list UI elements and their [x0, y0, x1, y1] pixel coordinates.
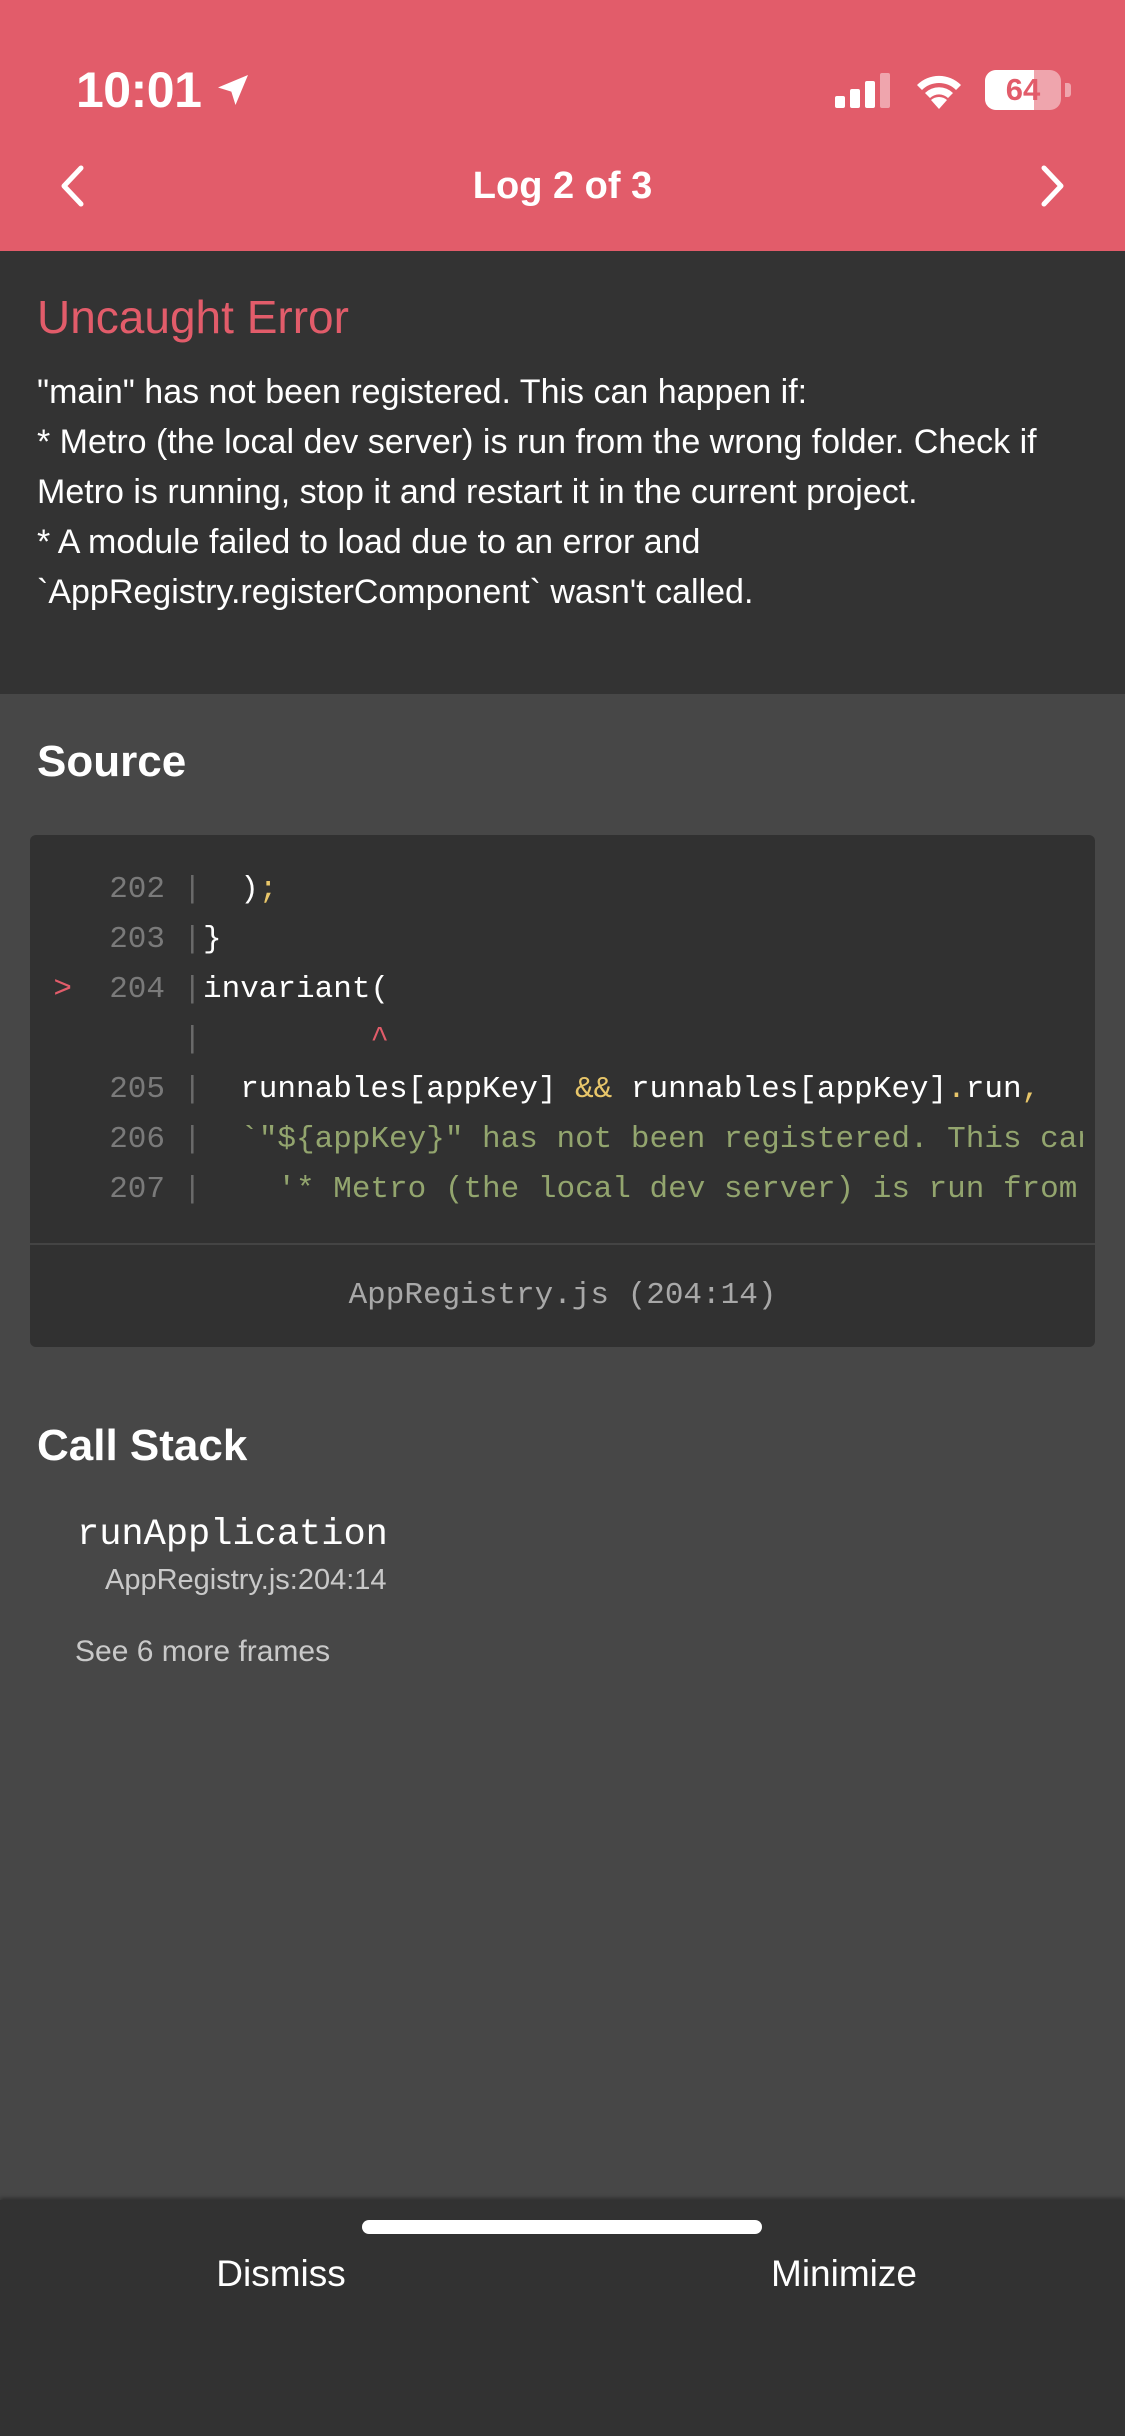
status-bar-indicators: 64 — [835, 62, 1071, 118]
stack-frame-location: AppRegistry.js:204:14 — [105, 1564, 387, 1596]
code-line-separator: | — [183, 922, 202, 957]
code-line-text: ^ — [203, 1022, 390, 1057]
code-line-number: 204 — [109, 972, 165, 1007]
error-message-panel: Uncaught Error "main" has not been regis… — [0, 251, 1125, 694]
code-line-number: 205 — [109, 1072, 165, 1107]
code-line-separator: | — [183, 1122, 202, 1157]
log-header: 10:01 64 Log 2 of 3 — [0, 0, 1125, 251]
code-line-marker — [30, 865, 78, 915]
code-line-number — [78, 1015, 183, 1065]
code-line-separator: | — [183, 872, 202, 907]
code-line: | ^ — [30, 1015, 1095, 1065]
next-log-button[interactable] — [1021, 150, 1085, 222]
wifi-icon — [917, 75, 961, 109]
code-line-marker — [30, 1165, 78, 1215]
code-file-location: AppRegistry.js (204:14) — [348, 1278, 777, 1313]
see-more-frames-button[interactable]: See 6 more frames — [75, 1630, 330, 1674]
status-bar-time: 10:01 — [76, 58, 253, 122]
log-counter-title: Log 2 of 3 — [472, 165, 653, 207]
code-line: 202 | ); — [30, 865, 1095, 915]
code-line-text: ); — [203, 872, 278, 907]
code-line-marker — [30, 1065, 78, 1115]
error-message: "main" has not been registered. This can… — [37, 373, 1037, 611]
footer-bar: Dismiss Minimize — [0, 2200, 1125, 2436]
code-line-text: '* Metro (the local dev server) is run f… — [277, 1172, 1083, 1207]
code-line-number: 207 — [109, 1172, 165, 1207]
call-stack-heading: Call Stack — [37, 1421, 248, 1470]
battery-tip — [1065, 83, 1071, 97]
source-heading: Source — [37, 737, 187, 786]
error-title: Uncaught Error — [37, 291, 349, 343]
code-line-number: 202 — [109, 872, 165, 907]
code-line: 206 | `"${appKey}" has not been registere… — [30, 1115, 1095, 1165]
code-line-marker: > — [53, 972, 72, 1007]
cellular-signal-icon — [835, 73, 890, 108]
code-line-text: } — [203, 922, 222, 957]
code-line-marker — [30, 1015, 78, 1065]
code-line: 203 |} — [30, 915, 1095, 965]
status-time-text: 10:01 — [76, 62, 202, 118]
code-line-separator: | — [183, 972, 202, 1007]
chevron-right-icon — [1041, 165, 1064, 207]
code-line-text: invariant( — [203, 972, 390, 1007]
code-line-text: runnables[appKey] && runnables[appKey].r… — [203, 1072, 1041, 1107]
code-line-text: `"${appKey}" has not been registered. Th… — [240, 1122, 1083, 1157]
code-line: >204 | invariant( — [30, 965, 1095, 1015]
code-line-separator: | — [183, 1022, 202, 1057]
stack-frame-method[interactable]: runApplication — [77, 1510, 388, 1560]
code-frame[interactable]: 202 | ); 203 |} >204 | invariant(| ^ 205 | runna… — [30, 835, 1095, 1347]
code-line: 207 | '* Metro (the local dev server) is … — [30, 1165, 1095, 1215]
code-line: 205 | runnables[appKey] && runnables[appK… — [30, 1065, 1095, 1115]
home-indicator — [362, 2220, 762, 2234]
battery-percent: 64 — [1005, 72, 1041, 107]
code-lines: 202 | ); 203 |} >204 | invariant(| ^ 205 | runna… — [30, 865, 1095, 1215]
code-line-separator: | — [183, 1072, 202, 1107]
code-line-marker — [30, 915, 78, 965]
code-line-marker — [30, 1115, 78, 1165]
code-line-number: 206 — [109, 1122, 165, 1157]
code-line-number: 203 — [109, 922, 165, 957]
battery-indicator: 64 — [985, 70, 1061, 110]
code-line-separator: | — [183, 1172, 202, 1207]
location-arrow-icon — [218, 75, 249, 105]
